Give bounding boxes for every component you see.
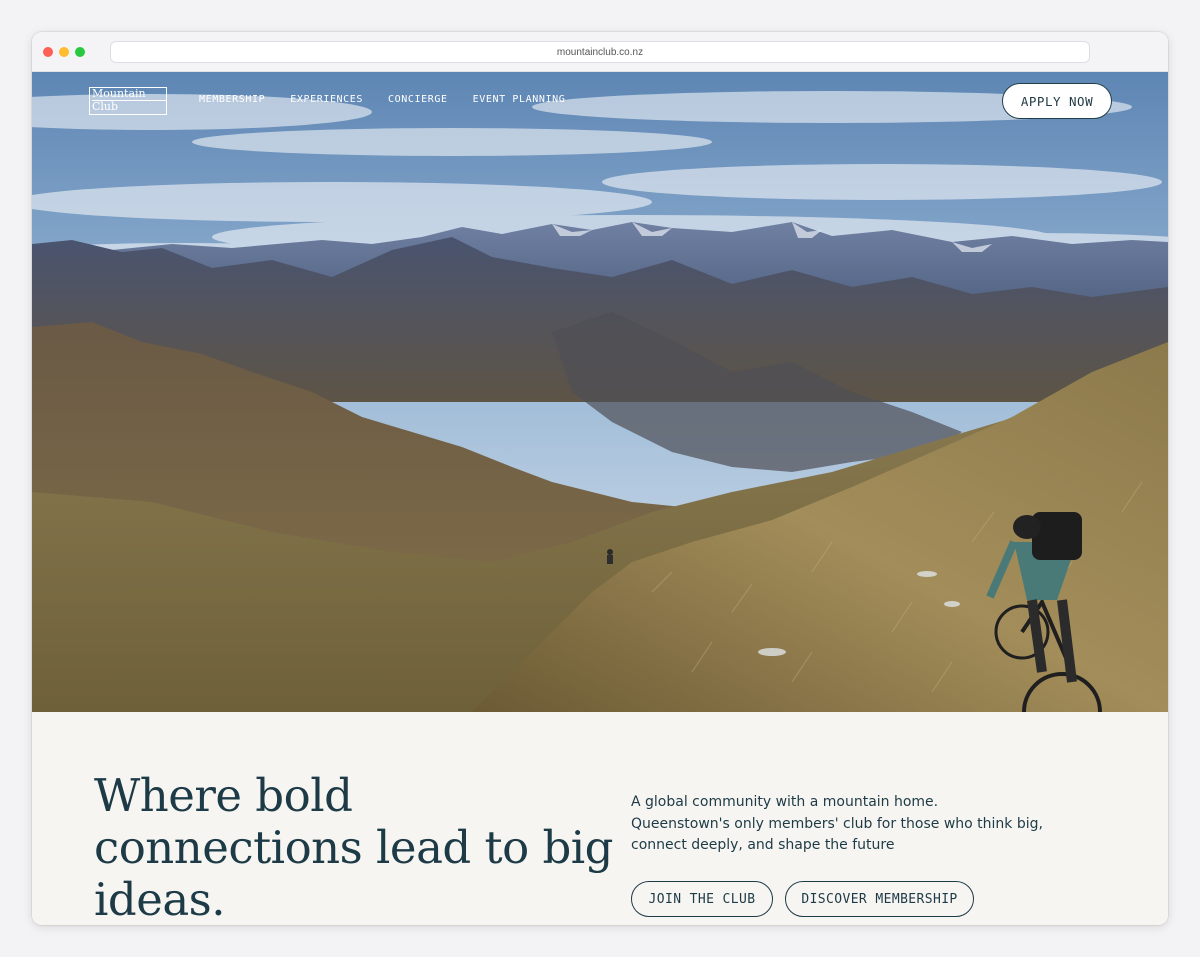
address-bar[interactable]: mountainclub.co.nz (110, 41, 1090, 63)
intro-line1: A global community with a mountain home. (631, 794, 939, 810)
nav-link-concierge[interactable]: CONCIERGE (388, 94, 448, 105)
intro-section: Where bold connections lead to big ideas… (32, 712, 1168, 925)
join-the-club-button[interactable]: JOIN THE CLUB (631, 881, 773, 917)
discover-membership-button[interactable]: DISCOVER MEMBERSHIP (785, 881, 974, 917)
mountain-club-logo[interactable]: Mountain Club (89, 87, 167, 115)
distant-rider (607, 549, 613, 564)
browser-titlebar: mountainclub.co.nz (32, 32, 1168, 72)
apply-now-button[interactable]: APPLY NOW (1002, 83, 1112, 119)
hero-section: Mountain Club MEMBERSHIP EXPERIENCES CON… (32, 72, 1168, 712)
nav-link-event-planning[interactable]: EVENT PLANNING (473, 94, 566, 105)
browser-window: mountainclub.co.nz Mountain Club MEMBERS… (32, 32, 1168, 925)
intro-line2: Queenstown's only members' club for thos… (631, 815, 1043, 854)
close-window-icon[interactable] (43, 47, 53, 57)
main-navigation: MEMBERSHIP EXPERIENCES CONCIERGE EVENT P… (199, 94, 565, 105)
address-bar-url: mountainclub.co.nz (556, 46, 644, 58)
maximize-window-icon[interactable] (75, 47, 85, 57)
nav-link-experiences[interactable]: EXPERIENCES (290, 94, 363, 105)
hero-photo (32, 72, 1168, 712)
nav-link-membership[interactable]: MEMBERSHIP (199, 94, 265, 105)
intro-text: A global community with a mountain home.… (631, 792, 1101, 857)
logo-line2: Club (92, 100, 119, 113)
page-headline: Where bold connections lead to big ideas… (94, 769, 614, 926)
minimize-window-icon[interactable] (59, 47, 69, 57)
